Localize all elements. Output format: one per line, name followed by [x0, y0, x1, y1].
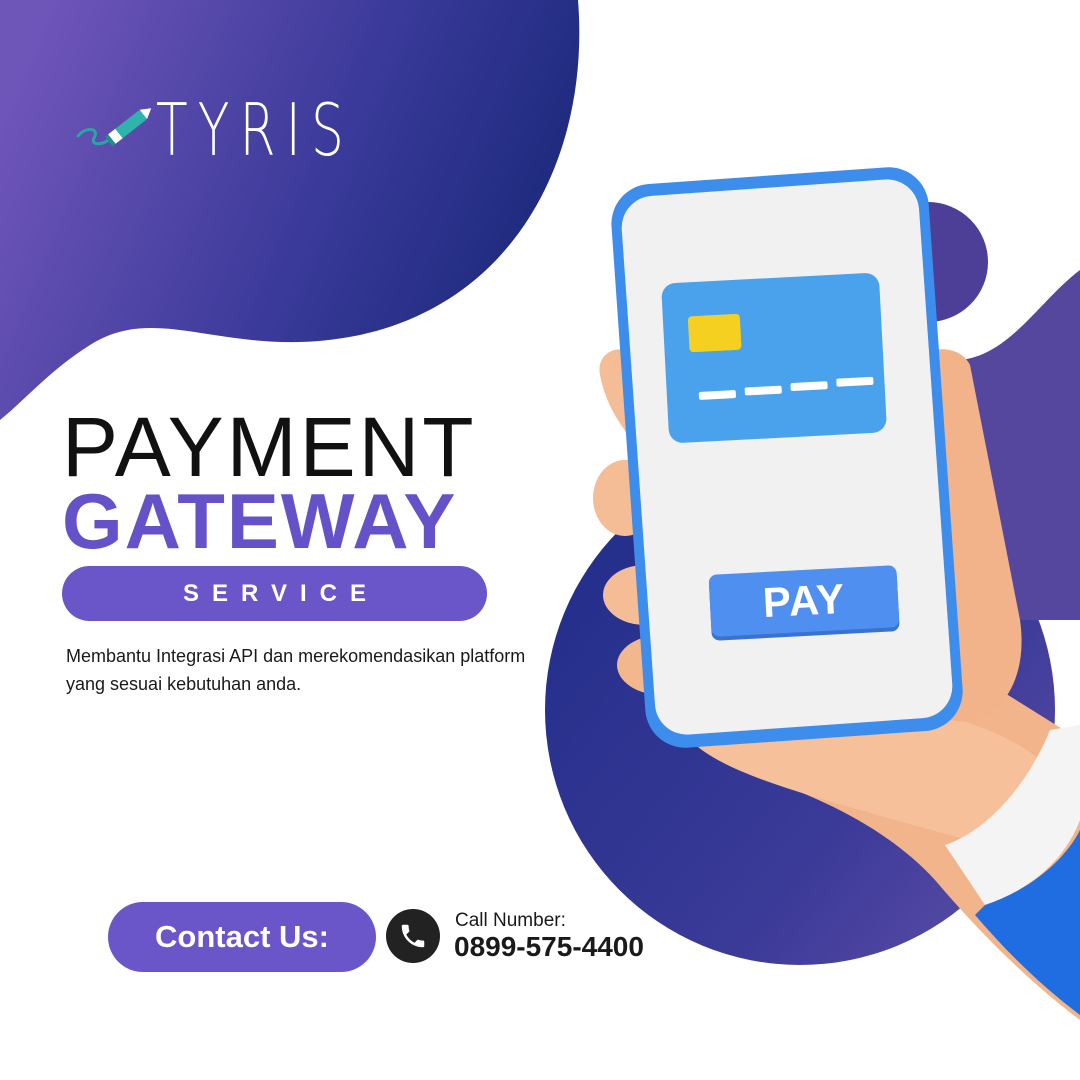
contact-us-button[interactable]: Contact Us: — [108, 902, 376, 972]
service-tag-label: SERVICE — [183, 579, 379, 607]
pen-icon — [76, 108, 152, 147]
phone-illustration — [611, 167, 963, 748]
brand-name: TYRIS — [156, 88, 354, 172]
top-left-blob — [0, 0, 580, 420]
brand-logo: TYRIS — [74, 88, 354, 172]
pay-button-label: PAY — [761, 574, 847, 627]
description-text: Membantu Integrasi API dan merekomendasi… — [66, 646, 526, 694]
payment-gateway-poster: PAY TYRIS PAYMENT GATEWAY SERVICE Memban… — [0, 0, 1080, 1080]
phone-glyph-icon — [401, 924, 425, 948]
phone-icon[interactable] — [386, 909, 440, 963]
service-tag: SERVICE — [62, 566, 487, 621]
pay-button[interactable]: PAY — [708, 565, 900, 637]
contact-us-label: Contact Us: — [155, 919, 329, 954]
credit-card-icon — [661, 273, 887, 443]
call-number-label: Call Number: — [455, 910, 566, 931]
phone-number[interactable]: 0899-575-4400 — [454, 931, 644, 963]
headline-line2: GATEWAY — [62, 477, 458, 565]
